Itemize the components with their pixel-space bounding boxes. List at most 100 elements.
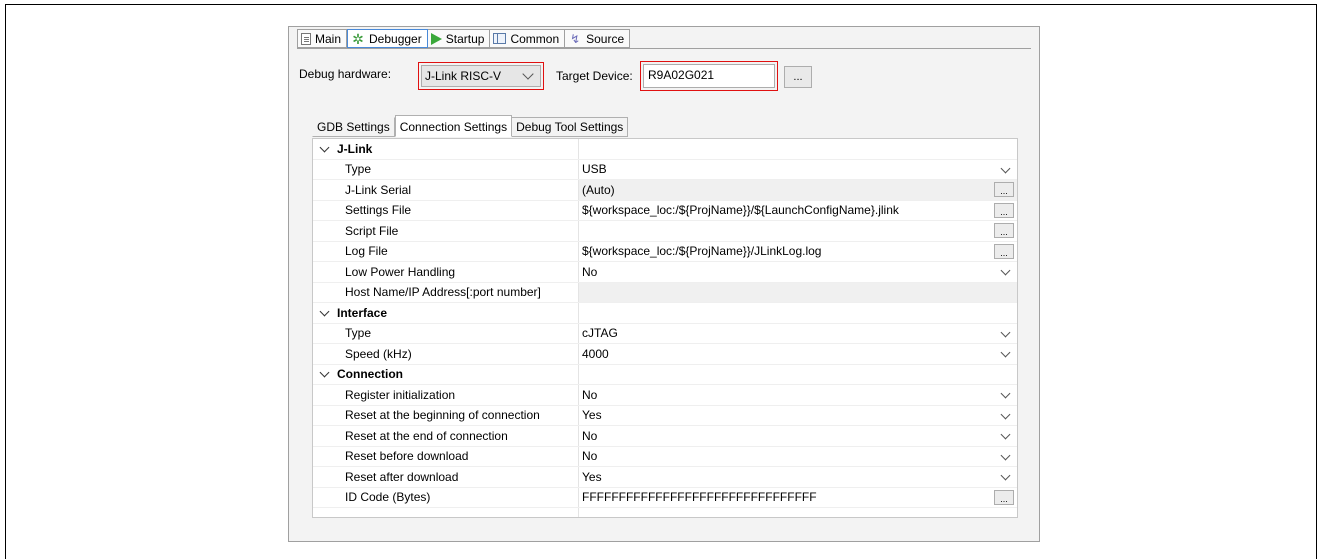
debug-hardware-value: J-Link RISC-V [425, 69, 502, 83]
property-value[interactable]: No [579, 447, 1017, 467]
browse-button[interactable]: ... [994, 202, 1014, 218]
tab-divider [297, 48, 1031, 49]
target-device-highlight: R9A02G021 [640, 61, 778, 91]
common-table-icon [493, 33, 507, 44]
property-value[interactable]: FFFFFFFFFFFFFFFFFFFFFFFFFFFFFFFF [579, 488, 1017, 508]
group-jlink[interactable]: J-Link [313, 139, 1017, 160]
property-row-connection-register-initialization[interactable]: Register initialization No [313, 385, 1017, 406]
property-row-jlink-j-link-serial[interactable]: J-Link Serial (Auto)... [313, 180, 1017, 201]
target-device-label: Target Device: [556, 69, 633, 83]
group-title: Interface [337, 305, 388, 320]
debug-hardware-select[interactable]: J-Link RISC-V [421, 65, 541, 87]
property-value[interactable]: Yes [579, 467, 1017, 487]
property-value[interactable]: No [579, 385, 1017, 405]
property-value[interactable]: No [579, 426, 1017, 446]
property-key: Log File [313, 241, 579, 261]
settings-tabs: GDB Settings Connection Settings Debug T… [312, 115, 629, 138]
property-value[interactable]: No [579, 262, 1017, 282]
property-value[interactable]: Yes [579, 406, 1017, 426]
empty-value [579, 508, 1017, 517]
property-value[interactable]: (Auto) [579, 180, 1017, 200]
property-row-jlink-log-file[interactable]: Log File ${workspace_loc:/${ProjName}}/JL… [313, 241, 1017, 262]
group-label: Interface [313, 303, 579, 323]
group-title: J-Link [337, 141, 373, 156]
group-value [579, 139, 1017, 159]
property-key: Settings File [313, 200, 579, 220]
group-value [579, 303, 1017, 323]
property-row-interface-speed-khz[interactable]: Speed (kHz) 4000 [313, 344, 1017, 365]
tab-source[interactable]: ↯ Source [565, 29, 631, 48]
property-row-interface-type[interactable]: Type cJTAG [313, 323, 1017, 344]
debug-hardware-highlight: J-Link RISC-V [418, 62, 544, 90]
property-value[interactable]: ${workspace_loc:/${ProjName}}/JLinkLog.l… [579, 242, 1017, 262]
group-label: Connection [313, 364, 579, 384]
target-device-browse-button[interactable]: ... [784, 66, 812, 88]
group-interface[interactable]: Interface [313, 303, 1017, 324]
tab-main[interactable]: Main [297, 29, 348, 48]
property-row-jlink-type[interactable]: Type USB [313, 159, 1017, 180]
property-key: Script File [313, 221, 579, 241]
property-key: ID Code (Bytes) [313, 487, 579, 507]
empty-row [313, 508, 1017, 517]
tab-main-label: Main [315, 31, 342, 46]
property-row-connection-reset-at-the-end-of-connection[interactable]: Reset at the end of connection No [313, 426, 1017, 447]
property-row-jlink-low-power-handling[interactable]: Low Power Handling No [313, 262, 1017, 283]
property-key: Speed (kHz) [313, 344, 579, 364]
group-value [579, 365, 1017, 385]
property-value[interactable]: cJTAG [579, 324, 1017, 344]
property-key: Host Name/IP Address[:port number] [313, 282, 579, 302]
property-key: Type [313, 323, 579, 343]
empty-key [313, 508, 579, 517]
property-value[interactable]: 4000 [579, 344, 1017, 364]
property-key: Register initialization [313, 385, 579, 405]
property-value[interactable]: USB [579, 160, 1017, 180]
property-key: Type [313, 159, 579, 179]
property-value[interactable] [579, 221, 1017, 241]
property-key: Reset after download [313, 467, 579, 487]
browse-button[interactable]: ... [994, 243, 1014, 259]
property-row-jlink-settings-file[interactable]: Settings File ${workspace_loc:/${ProjName… [313, 200, 1017, 221]
config-tabs: Main ✲ Debugger Startup Common ↯ Source [297, 29, 631, 49]
target-device-input[interactable]: R9A02G021 [643, 64, 775, 88]
group-title: Connection [337, 367, 403, 382]
property-value[interactable] [579, 282, 1017, 302]
play-icon [430, 32, 442, 45]
property-key: J-Link Serial [313, 180, 579, 200]
tab-debugger-label: Debugger [369, 31, 422, 46]
chevron-down-icon [522, 68, 534, 80]
property-value[interactable]: ${workspace_loc:/${ProjName}}/${LaunchCo… [579, 201, 1017, 221]
tab-startup[interactable]: Startup [427, 29, 491, 48]
browse-button[interactable]: ... [994, 223, 1014, 238]
main-tab-icon [301, 32, 311, 45]
property-key: Reset at the end of connection [313, 426, 579, 446]
tab-debugger[interactable]: ✲ Debugger [347, 29, 428, 48]
tab-source-label: Source [586, 31, 625, 46]
property-row-connection-reset-after-download[interactable]: Reset after download Yes [313, 467, 1017, 488]
browse-button[interactable]: ... [994, 182, 1014, 197]
browse-button[interactable]: ... [994, 489, 1014, 505]
tab-connection-settings[interactable]: Connection Settings [394, 115, 513, 137]
debug-hardware-label: Debug hardware: [299, 67, 392, 81]
property-table: J-Link Type USB J-Link Serial (Auto)... Setti… [312, 138, 1018, 518]
property-key: Reset at the beginning of connection [313, 405, 579, 425]
tab-common-label: Common [510, 31, 560, 46]
tab-debug-tool-settings[interactable]: Debug Tool Settings [512, 117, 629, 137]
tab-startup-label: Startup [445, 31, 485, 46]
group-label: J-Link [313, 139, 579, 159]
group-connection[interactable]: Connection [313, 364, 1017, 385]
property-key: Low Power Handling [313, 262, 579, 282]
launch-configuration-dialog: Main ✲ Debugger Startup Common ↯ Source … [288, 26, 1040, 542]
property-row-connection-reset-at-the-beginning-of-connection[interactable]: Reset at the beginning of connection Yes [313, 405, 1017, 426]
chevron-down-icon[interactable] [319, 306, 330, 317]
debugger-bug-icon: ✲ [352, 30, 364, 47]
property-row-connection-reset-before-download[interactable]: Reset before download No [313, 446, 1017, 467]
property-row-jlink-host-name-ip-address-port-number[interactable]: Host Name/IP Address[:port number] [313, 282, 1017, 303]
chevron-down-icon[interactable] [319, 367, 330, 378]
property-key: Reset before download [313, 446, 579, 466]
tab-gdb-settings[interactable]: GDB Settings [312, 117, 395, 137]
property-row-jlink-script-file[interactable]: Script File... [313, 221, 1017, 242]
property-row-connection-id-code-bytes[interactable]: ID Code (Bytes) FFFFFFFFFFFFFFFFFFFFFFFFF… [313, 487, 1017, 508]
debug-hardware-row: Debug hardware: [299, 67, 391, 81]
tab-common[interactable]: Common [490, 29, 566, 48]
chevron-down-icon[interactable] [319, 142, 330, 153]
